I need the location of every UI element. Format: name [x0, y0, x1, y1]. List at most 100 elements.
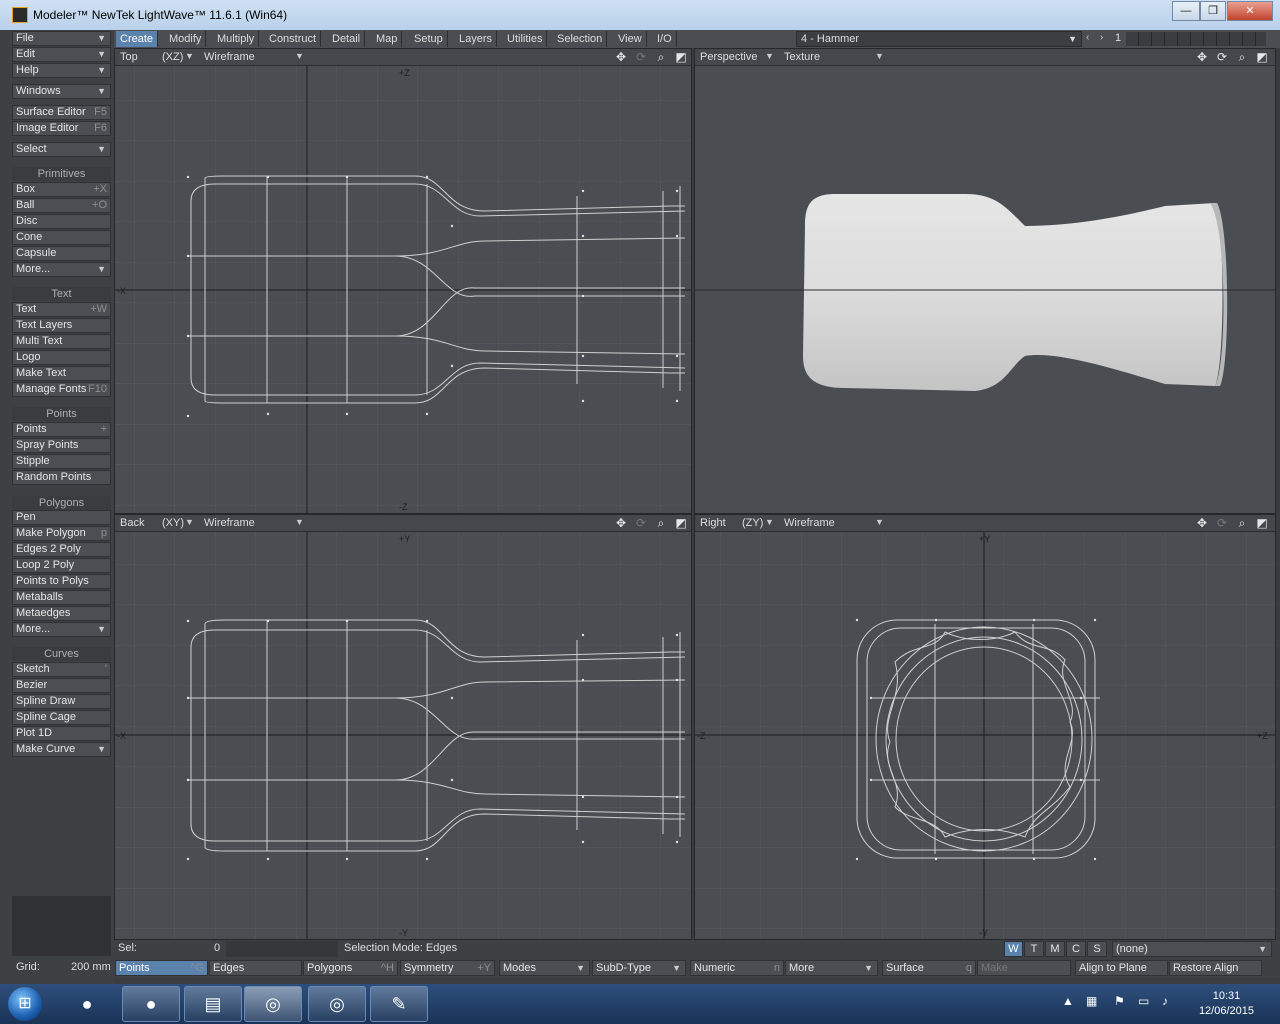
move-view-icon[interactable]: ✥ — [1194, 50, 1210, 65]
polygons-mode-button[interactable]: Polygons ^H — [303, 960, 398, 976]
layer-slots[interactable] — [1126, 32, 1266, 46]
tab-modify[interactable]: Modify — [165, 31, 207, 47]
chevron-left-icon[interactable]: ‹ — [1086, 32, 1096, 46]
points-button[interactable]: Points + — [12, 422, 111, 437]
viewport-perspective[interactable]: Perspective ▼ Texture ▼ ✥ ⟳ ⌕ ◩ — [694, 48, 1276, 514]
rotate-view-icon[interactable]: ⟳ — [1214, 516, 1230, 531]
bezier-button[interactable]: Bezier — [12, 678, 111, 693]
move-view-icon[interactable]: ✥ — [613, 50, 629, 65]
spline-cage-button[interactable]: Spline Cage — [12, 710, 111, 725]
wtmcs-w-button[interactable]: W — [1004, 941, 1023, 957]
tab-view[interactable]: View — [614, 31, 647, 47]
box-button[interactable]: Box +X — [12, 182, 111, 197]
stipple-button[interactable]: Stipple — [12, 454, 111, 469]
tray-flag-icon[interactable]: ⚑ — [1114, 994, 1125, 1008]
wtmcs-m-button[interactable]: M — [1045, 941, 1065, 957]
metaballs-button[interactable]: Metaballs — [12, 590, 111, 605]
paint-icon[interactable]: ✎ — [370, 986, 428, 1022]
points-to-polys-button[interactable]: Points to Polys — [12, 574, 111, 589]
tray-volume-icon[interactable]: ♪ — [1162, 994, 1168, 1008]
layer-select[interactable]: 4 - Hammer ▼ — [796, 31, 1082, 47]
move-view-icon[interactable]: ✥ — [1194, 516, 1210, 531]
align-to-plane-button[interactable]: Align to Plane — [1075, 960, 1168, 976]
tab-utilities[interactable]: Utilities — [503, 31, 548, 47]
tab-construct[interactable]: Construct — [265, 31, 322, 47]
render-mode[interactable]: Wireframe — [204, 51, 255, 63]
pen-button[interactable]: Pen — [12, 510, 111, 525]
wtmcs-c-button[interactable]: C — [1066, 941, 1086, 957]
tab-create[interactable]: Create — [116, 31, 159, 47]
wtmcs-t-button[interactable]: T — [1024, 941, 1044, 957]
tray-monitor-icon[interactable]: ▭ — [1138, 994, 1149, 1008]
chrome-icon[interactable]: ● — [58, 986, 116, 1022]
view-type[interactable]: Top — [120, 51, 138, 63]
symmetry-button[interactable]: Symmetry +Y — [400, 960, 495, 976]
windows-menu[interactable]: Windows ▼ — [12, 84, 111, 99]
spline-draw-button[interactable]: Spline Draw — [12, 694, 111, 709]
edges-mode-button[interactable]: Edges — [209, 960, 302, 976]
polygons-more-menu[interactable]: More... ▼ — [12, 622, 111, 637]
chrome-window-icon[interactable]: ● — [122, 986, 180, 1022]
view-axis[interactable]: (XZ) — [162, 51, 183, 63]
zoom-view-icon[interactable]: ⌕ — [1234, 50, 1250, 65]
numeric-button[interactable]: Numeric n — [690, 960, 784, 976]
tab-detail[interactable]: Detail — [328, 31, 366, 47]
edges-2-poly-button[interactable]: Edges 2 Poly — [12, 542, 111, 557]
random-points-button[interactable]: Random Points — [12, 470, 111, 485]
maximize-view-icon[interactable]: ◩ — [1254, 50, 1270, 65]
rotate-view-icon[interactable]: ⟳ — [633, 50, 649, 65]
surface-editor-button[interactable]: Surface Editor F5 — [12, 105, 111, 120]
viewport-back[interactable]: Back (XY) ▼ Wireframe ▼ ✥ ⟳ ⌕ ◩ +Y -Y -X — [114, 514, 692, 940]
multi-text-button[interactable]: Multi Text — [12, 334, 111, 349]
spray-points-button[interactable]: Spray Points — [12, 438, 111, 453]
viewport-right[interactable]: Right (ZY) ▼ Wireframe ▼ ✥ ⟳ ⌕ ◩ +Y -Y - — [694, 514, 1276, 940]
text-layers-button[interactable]: Text Layers — [12, 318, 111, 333]
restore-align-button[interactable]: Restore Align — [1169, 960, 1262, 976]
minimize-button[interactable]: — — [1172, 1, 1200, 21]
make-text-button[interactable]: Make Text — [12, 366, 111, 381]
more-menu[interactable]: More ▼ — [785, 960, 878, 976]
lightwave-modeler-icon[interactable]: ◎ — [244, 986, 302, 1022]
capsule-button[interactable]: Capsule — [12, 246, 111, 261]
tray-network-icon[interactable]: ▦ — [1086, 994, 1097, 1008]
tab-multiply[interactable]: Multiply — [213, 31, 260, 47]
metaedges-button[interactable]: Metaedges — [12, 606, 111, 621]
zoom-view-icon[interactable]: ⌕ — [653, 516, 669, 531]
subd-type-menu[interactable]: SubD-Type ▼ — [592, 960, 686, 976]
modes-menu[interactable]: Modes ▼ — [499, 960, 590, 976]
make-curve-menu[interactable]: Make Curve ▼ — [12, 742, 111, 757]
close-button[interactable]: ✕ — [1227, 1, 1273, 21]
tray-arrow-icon[interactable]: ▲ — [1062, 994, 1074, 1008]
logo-button[interactable]: Logo — [12, 350, 111, 365]
tab-io[interactable]: I/O — [653, 31, 677, 47]
rotate-view-icon[interactable]: ⟳ — [1214, 50, 1230, 65]
manage-fonts-button[interactable]: Manage Fonts F10 — [12, 382, 111, 397]
sketch-button[interactable]: Sketch ' — [12, 662, 111, 677]
wtmcs-s-button[interactable]: S — [1087, 941, 1107, 957]
surface-select[interactable]: (none) ▼ — [1112, 941, 1272, 957]
edit-menu[interactable]: Edit ▼ — [12, 47, 111, 62]
zoom-view-icon[interactable]: ⌕ — [653, 50, 669, 65]
ball-button[interactable]: Ball +O — [12, 198, 111, 213]
make-polygon-button[interactable]: Make Polygon p — [12, 526, 111, 541]
rotate-view-icon[interactable]: ⟳ — [633, 516, 649, 531]
tab-setup[interactable]: Setup — [410, 31, 448, 47]
points-mode-button[interactable]: Points ^G — [115, 960, 208, 976]
file-menu[interactable]: File ▼ — [12, 31, 111, 46]
primitives-more-menu[interactable]: More... ▼ — [12, 262, 111, 277]
plot-1d-button[interactable]: Plot 1D — [12, 726, 111, 741]
render-mode[interactable]: Wireframe — [784, 517, 835, 529]
view-type[interactable]: Back — [120, 517, 144, 529]
select-menu[interactable]: Select ▼ — [12, 142, 111, 157]
render-mode[interactable]: Wireframe — [204, 517, 255, 529]
make-button[interactable]: Make — [977, 960, 1071, 976]
tab-selection[interactable]: Selection — [553, 31, 608, 47]
explorer-icon[interactable]: ▤ — [184, 986, 242, 1022]
cone-button[interactable]: Cone — [12, 230, 111, 245]
chevron-right-icon[interactable]: › — [1100, 32, 1110, 46]
view-axis[interactable]: (ZY) — [742, 517, 763, 529]
view-type[interactable]: Right — [700, 517, 726, 529]
view-type[interactable]: Perspective — [700, 51, 757, 63]
viewport-top[interactable]: Top (XZ) ▼ Wireframe ▼ ✥ ⟳ ⌕ ◩ +Z -Z -X — [114, 48, 692, 514]
maximize-view-icon[interactable]: ◩ — [1254, 516, 1270, 531]
